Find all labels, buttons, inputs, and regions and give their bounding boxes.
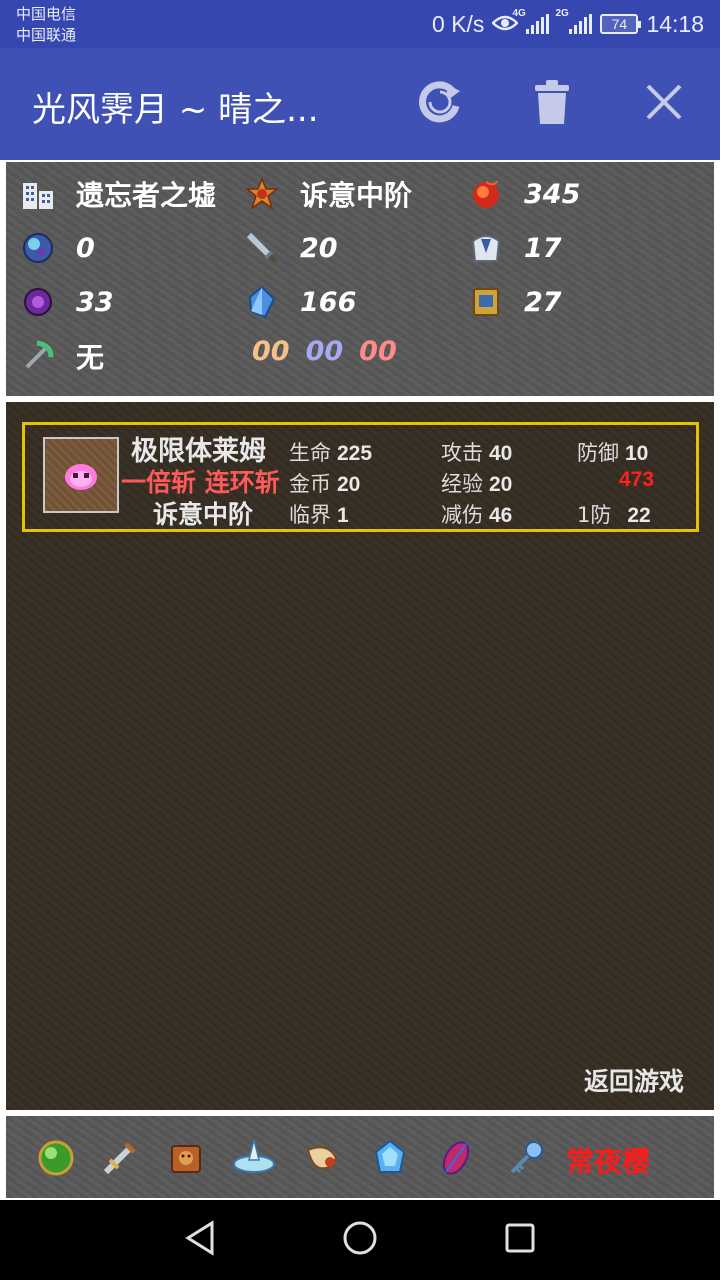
monster-gold: 金币 20 [289, 472, 361, 496]
purple-amulet-icon [20, 284, 56, 320]
stat-hp: 345 [468, 174, 580, 214]
slime-icon [65, 464, 97, 490]
green-orb-icon[interactable] [34, 1136, 78, 1180]
red-key-count: 00 [359, 336, 397, 367]
monster-def: 防御 10 [577, 441, 649, 465]
stat-rank: 诉意中阶 [244, 174, 412, 214]
monster-rank: 诉意中阶 [153, 500, 254, 529]
carrier-1: 中国电信 [16, 5, 77, 23]
building-icon [20, 176, 56, 212]
yellow-key-count: 00 [252, 336, 290, 367]
close-icon [644, 82, 684, 126]
toolbar-label[interactable]: 常夜樱 [566, 1140, 650, 1180]
floor-name: 遗忘者之墟 [76, 179, 217, 212]
stat-attack: 20 [244, 228, 338, 268]
refresh-button[interactable] [414, 78, 466, 130]
defense-value: 17 [524, 232, 562, 264]
fire-orb-icon [468, 176, 504, 212]
status-bar: 中国电信 中国联通 0 K/s 4G 2G 74 14:18 [0, 0, 720, 48]
monster-portrait [43, 437, 119, 513]
monster-critical: 临界 1 [289, 503, 349, 527]
fly-icon[interactable] [232, 1136, 276, 1180]
signal-2g-icon: 2G [555, 8, 593, 34]
crystal-icon [244, 284, 280, 320]
attack-value: 20 [300, 232, 338, 264]
stat-floor: 遗忘者之墟 [20, 174, 216, 214]
net-speed: 0 K/s [432, 10, 485, 37]
hp-value: 345 [524, 178, 581, 210]
horn-icon[interactable] [300, 1136, 344, 1180]
stat-magic-defense: 33 [20, 282, 114, 322]
blue-key-count: 00 [305, 336, 344, 367]
navigation-bar [0, 1200, 720, 1280]
refresh-icon [416, 78, 464, 130]
app-title: 光风霁月 ~ 晴之... [32, 90, 319, 130]
close-button[interactable] [638, 78, 690, 130]
key-counts: 00 00 00 [252, 336, 397, 372]
nav-recents-button[interactable] [500, 1220, 540, 1260]
stat-equipment: 无 [20, 336, 104, 376]
monster-exp: 经验 20 [441, 472, 513, 496]
delete-button[interactable] [526, 78, 578, 130]
clock: 14:18 [646, 10, 704, 37]
recents-square-icon [504, 1222, 536, 1258]
battery-icon: 74 [600, 14, 642, 34]
monster-special: 一倍斩 连环斩 [121, 468, 280, 497]
ice-crystal-icon[interactable] [368, 1136, 412, 1180]
signal-4g-icon: 4G [512, 8, 550, 34]
trash-icon [532, 78, 572, 130]
monster-atk: 攻击 40 [441, 441, 513, 465]
pickaxe-icon [20, 338, 56, 374]
hero-stats-panel: 遗忘者之墟 诉意中阶 345 0 20 17 33 166 27 无 00 00… [6, 162, 714, 396]
feather-icon[interactable] [434, 1136, 478, 1180]
blue-orb-icon [20, 230, 56, 266]
crystal-value: 166 [300, 286, 357, 318]
stat-magic-orb: 0 [20, 228, 95, 268]
star-badge-icon [244, 176, 280, 212]
status-indicators: 0 K/s 4G 2G 74 14:18 [432, 8, 704, 39]
carrier-2: 中国联通 [16, 26, 77, 44]
monster-def1: 1防 22 [577, 503, 651, 527]
monster-book-icon[interactable] [164, 1136, 208, 1180]
sword-icon [244, 230, 280, 266]
app-bar: 光风霁月 ~ 晴之... [0, 48, 720, 160]
monster-reduction: 减伤 46 [441, 503, 513, 527]
monster-damage: 473 [619, 468, 655, 491]
item-toolbar: 常夜樱 [6, 1116, 714, 1198]
back-triangle-icon [184, 1220, 216, 1260]
return-to-game-button[interactable]: 返回游戏 [584, 1062, 684, 1098]
stat-crystal: 166 [244, 282, 356, 322]
rank-name: 诉意中阶 [300, 179, 413, 212]
magic-orb-value: 0 [76, 232, 95, 264]
stat-gold: 27 [468, 282, 562, 322]
armor-icon [468, 230, 504, 266]
treasure-book-icon [468, 284, 504, 320]
equipment-value: 无 [76, 341, 105, 374]
monster-card[interactable]: 极限体莱姆 一倍斩 连环斩 诉意中阶 生命 225 攻击 40 防御 10 金币 20 … [22, 422, 699, 532]
monster-hp: 生命 225 [289, 441, 373, 465]
sword-icon[interactable] [98, 1136, 142, 1180]
magic-defense-value: 33 [76, 286, 114, 318]
nav-home-button[interactable] [340, 1220, 380, 1260]
monster-book-panel: 极限体莱姆 一倍斩 连环斩 诉意中阶 生命 225 攻击 40 防御 10 金币 20 … [6, 402, 714, 1110]
carrier-info: 中国电信 中国联通 [16, 4, 76, 46]
gold-value: 27 [524, 286, 562, 318]
stat-defense: 17 [468, 228, 562, 268]
nav-back-button[interactable] [180, 1220, 220, 1260]
home-circle-icon [342, 1220, 378, 1260]
key-wand-icon[interactable] [504, 1136, 548, 1180]
